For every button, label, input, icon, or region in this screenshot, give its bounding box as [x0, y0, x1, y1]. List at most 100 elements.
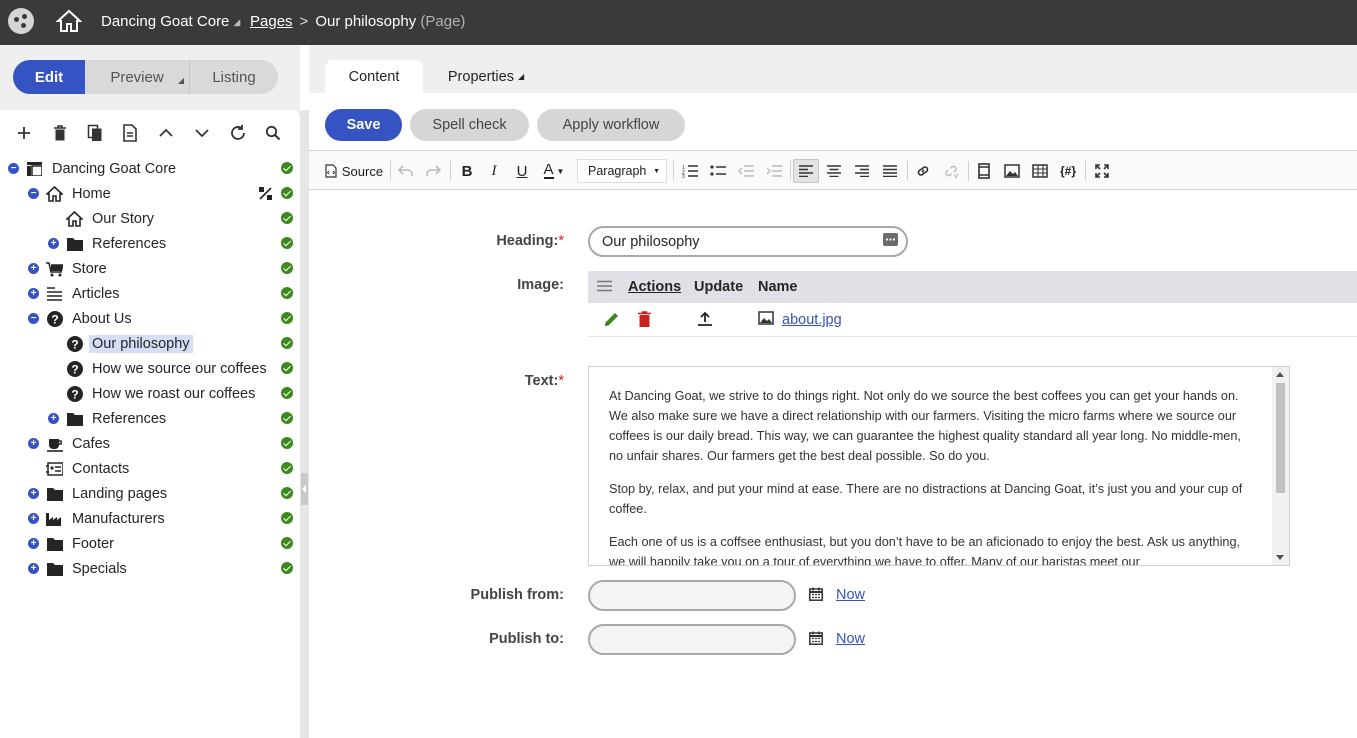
plus-icon[interactable]: [16, 124, 52, 142]
tree-item[interactable]: Landing pages: [46, 483, 170, 505]
published-check-icon: [281, 337, 293, 349]
image-file-link[interactable]: about.jpg: [782, 312, 842, 328]
tree-item[interactable]: Dancing Goat Core: [26, 158, 179, 180]
listing-mode-button[interactable]: Listing: [190, 60, 278, 94]
source-button[interactable]: Source: [323, 159, 385, 183]
align-left-icon[interactable]: [793, 159, 819, 183]
collapse-icon[interactable]: −: [28, 188, 39, 199]
breadcrumb: Pages > Our philosophy (Page): [250, 13, 465, 30]
tree-item[interactable]: Store: [46, 258, 110, 280]
underline-icon[interactable]: U: [511, 159, 533, 183]
refresh-icon[interactable]: [229, 124, 265, 142]
tree-item[interactable]: ? How we roast our coffees: [66, 383, 258, 405]
align-right-icon[interactable]: [851, 159, 873, 183]
calendar-icon[interactable]: [809, 587, 823, 601]
trash-icon[interactable]: [52, 124, 88, 142]
italic-icon[interactable]: I: [483, 159, 505, 183]
breadcrumb-kind: (Page): [420, 13, 466, 30]
spell-check-button[interactable]: Spell check: [410, 109, 529, 141]
redo-icon[interactable]: [422, 159, 444, 183]
undo-icon[interactable]: [395, 159, 417, 183]
image-icon[interactable]: [1001, 159, 1023, 183]
tree-item[interactable]: ? How we source our coffees: [66, 358, 270, 380]
align-center-icon[interactable]: [823, 159, 845, 183]
publish-from-input[interactable]: [588, 580, 796, 611]
tree-item[interactable]: Specials: [46, 558, 130, 580]
chevron-up-icon[interactable]: [158, 124, 194, 142]
text-editor-area[interactable]: At Dancing Goat, we strive to do things …: [588, 366, 1290, 566]
chevron-down-icon[interactable]: [194, 124, 230, 142]
app-logo-icon[interactable]: [8, 8, 34, 34]
text-editor-content[interactable]: At Dancing Goat, we strive to do things …: [609, 386, 1257, 565]
expand-icon[interactable]: +: [28, 563, 39, 574]
tree-item[interactable]: Home: [46, 183, 114, 205]
more-options-icon[interactable]: [883, 233, 898, 246]
caret-down-icon[interactable]: ◢: [178, 76, 184, 85]
collapse-panel-handle[interactable]: [301, 473, 308, 505]
tab-content[interactable]: Content: [325, 60, 423, 93]
publish-to-input[interactable]: [588, 624, 796, 655]
tree-item[interactable]: References: [66, 408, 169, 430]
collapse-icon[interactable]: −: [28, 313, 39, 324]
breadcrumb-pages-link[interactable]: Pages: [250, 13, 293, 30]
upload-icon[interactable]: [697, 311, 713, 330]
scroll-down-icon[interactable]: [1276, 555, 1284, 560]
preview-mode-button[interactable]: Preview ◢: [85, 60, 190, 94]
publish-from-now-link[interactable]: Now: [836, 587, 865, 603]
drag-handle-icon[interactable]: [597, 280, 612, 296]
tree-item[interactable]: Manufacturers: [46, 508, 168, 530]
published-check-icon: [281, 537, 293, 549]
tree-item[interactable]: Cafes: [46, 433, 113, 455]
publish-to-now-link[interactable]: Now: [836, 631, 865, 647]
text-color-icon[interactable]: A ▼: [539, 159, 569, 183]
tree-item[interactable]: References: [66, 233, 169, 255]
tab-properties[interactable]: Properties ◢: [446, 60, 526, 93]
outdent-icon[interactable]: [735, 159, 757, 183]
document-icon[interactable]: [122, 124, 159, 142]
scrollbar-thumb[interactable]: [1276, 383, 1285, 493]
indent-icon[interactable]: [763, 159, 785, 183]
tree-item[interactable]: Contacts: [46, 458, 132, 480]
media-icon[interactable]: [973, 159, 995, 183]
expand-icon[interactable]: +: [28, 538, 39, 549]
search-icon[interactable]: [265, 124, 301, 142]
save-button[interactable]: Save: [325, 109, 402, 141]
expand-icon[interactable]: +: [28, 513, 39, 524]
calendar-icon[interactable]: [809, 631, 823, 645]
scroll-up-icon[interactable]: [1276, 372, 1284, 377]
edit-pencil-icon[interactable]: [603, 311, 620, 331]
expand-icon[interactable]: +: [48, 238, 59, 249]
expand-icon[interactable]: +: [28, 288, 39, 299]
numbered-list-icon[interactable]: 123: [679, 159, 701, 183]
collapse-icon[interactable]: −: [8, 163, 19, 174]
top-bar: Dancing Goat Core ◢ Pages > Our philosophy …: [0, 0, 1357, 45]
expand-icon[interactable]: +: [48, 413, 59, 424]
tree-item[interactable]: Our Story: [66, 208, 157, 230]
unlink-icon[interactable]: [940, 159, 962, 183]
expand-icon[interactable]: +: [28, 438, 39, 449]
link-icon[interactable]: [912, 159, 934, 183]
tree-item[interactable]: ? About Us: [46, 308, 135, 330]
format-select[interactable]: Paragraph ▼: [577, 159, 667, 183]
bullet-list-icon[interactable]: [707, 159, 729, 183]
column-actions[interactable]: Actions: [628, 279, 681, 295]
panel-splitter[interactable]: [300, 110, 309, 738]
delete-icon[interactable]: [638, 311, 651, 330]
home-icon[interactable]: [55, 8, 83, 37]
tree-item[interactable]: Footer: [46, 533, 117, 555]
site-selector[interactable]: Dancing Goat Core ◢: [101, 13, 240, 30]
tree-item[interactable]: Articles: [46, 283, 123, 305]
fullscreen-icon[interactable]: [1091, 159, 1113, 183]
justify-icon[interactable]: [879, 159, 901, 183]
heading-input[interactable]: Our philosophy: [588, 226, 908, 257]
bold-icon[interactable]: B: [456, 159, 478, 183]
apply-workflow-button[interactable]: Apply workflow: [537, 109, 685, 141]
table-icon[interactable]: [1029, 159, 1051, 183]
scrollbar[interactable]: [1272, 367, 1289, 565]
copy-icon[interactable]: [87, 124, 123, 142]
expand-icon[interactable]: +: [28, 263, 39, 274]
macro-icon[interactable]: {#}: [1057, 159, 1079, 183]
edit-mode-button[interactable]: Edit: [13, 60, 85, 94]
expand-icon[interactable]: +: [28, 488, 39, 499]
tree-item[interactable]: ? Our philosophy: [66, 333, 193, 355]
